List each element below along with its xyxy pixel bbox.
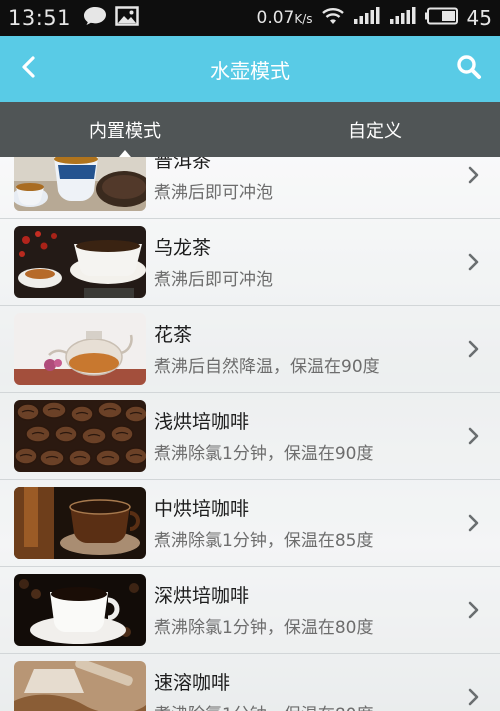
back-arrow-icon [20,55,36,83]
tab-label: 内置模式 [89,120,161,142]
item-description: 煮沸后自然降温，保温在90度 [154,357,380,377]
status-time: 13:51 [8,6,72,30]
coffee-cup-white-thumbnail [14,574,146,646]
item-description: 煮沸除氯1分钟，保温在80度 [154,700,373,711]
chevron-right-icon [468,514,480,532]
search-icon [456,54,482,84]
item-description: 煮沸除氯1分钟，保温在85度 [154,531,374,551]
list-item[interactable]: 速溶咖啡 煮沸除氯1分钟，保温在80度 [0,654,500,711]
instant-coffee-thumbnail [14,661,146,711]
mode-list[interactable]: 普洱茶 煮沸后即可冲泡 乌龙茶 煮沸后即可冲泡 花茶 煮沸后自然降温，保温在90… [0,157,500,711]
tab-custom[interactable]: 自定义 [250,102,500,157]
list-item[interactable]: 乌龙茶 煮沸后即可冲泡 [0,219,500,306]
list-item[interactable]: 普洱茶 煮沸后即可冲泡 [0,157,500,219]
net-speed-value: 0.07 [256,8,295,28]
item-description: 煮沸后即可冲泡 [154,183,273,203]
chevron-right-icon [468,253,480,271]
chevron-right-icon [468,427,480,445]
net-speed-unit: K/s [294,12,313,26]
tab-bar: 内置模式 自定义 [0,102,500,157]
item-title: 花茶 [154,324,193,346]
tab-builtin-modes[interactable]: 内置模式 [0,102,250,157]
list-item[interactable]: 花茶 煮沸后自然降温，保温在90度 [0,306,500,393]
coffee-cup-dark-thumbnail [14,487,146,559]
item-title: 普洱茶 [154,157,212,172]
oolong-tea-thumbnail [14,226,146,298]
list-item[interactable]: 中烘培咖啡 煮沸除氯1分钟，保温在85度 [0,480,500,567]
net-speed: 0.07K/s [257,8,313,28]
image-icon [115,6,139,30]
back-button[interactable] [20,52,60,86]
list-item[interactable]: 深烘培咖啡 煮沸除氯1分钟，保温在80度 [0,567,500,654]
battery-icon [424,7,459,30]
chevron-right-icon [468,688,480,706]
status-bar: 13:51 0.07K/s 45 [0,0,500,36]
item-description: 煮沸除氯1分钟，保温在80度 [154,618,374,638]
battery-level: 45 [466,6,492,30]
item-description: 煮沸除氯1分钟，保温在90度 [154,444,374,464]
item-title: 乌龙茶 [154,237,212,259]
message-icon [83,6,107,30]
page-title: 水壶模式 [210,58,290,83]
item-title: 速溶咖啡 [154,672,231,694]
active-tab-indicator [119,150,131,157]
search-button[interactable] [442,52,482,86]
flower-tea-thumbnail [14,313,146,385]
coffee-beans-thumbnail [14,400,146,472]
item-title: 中烘培咖啡 [154,498,250,520]
item-description: 煮沸后即可冲泡 [154,270,273,290]
chevron-right-icon [468,340,480,358]
puer-tea-thumbnail [14,157,146,211]
item-title: 深烘培咖啡 [154,585,250,607]
wifi-icon [321,6,345,31]
tab-label: 自定义 [348,120,402,142]
signal-icon-sim1 [353,6,381,30]
chevron-right-icon [468,166,480,184]
item-title: 浅烘培咖啡 [154,411,250,433]
app-header: 水壶模式 [0,36,500,102]
chevron-right-icon [468,601,480,619]
signal-icon-sim2 [389,6,417,30]
list-item[interactable]: 浅烘培咖啡 煮沸除氯1分钟，保温在90度 [0,393,500,480]
